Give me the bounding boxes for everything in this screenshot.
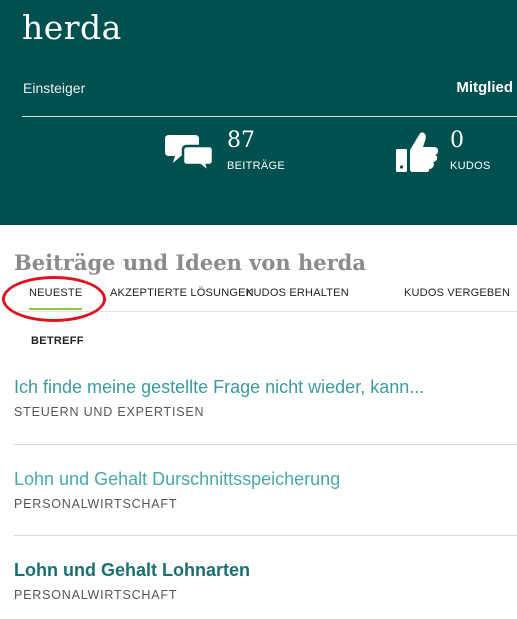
profile-username: herda [22, 8, 122, 47]
tab-bar: NEUESTE AKZEPTIERTE LÖSUNGEN KUDOS ERHAL… [14, 283, 517, 312]
post-board-label: STEUERN UND EXPERTISEN [14, 405, 205, 419]
kudos-count: 0 [450, 128, 464, 153]
post-title-link[interactable]: Ich finde meine gestellte Frage nicht wi… [14, 377, 517, 398]
posts-count: 87 [227, 128, 255, 153]
post-board-label: PERSONALWIRTSCHAFT [14, 588, 178, 602]
profile-header: herda Einsteiger Mitglied 87 BEITRÄGE 0 … [0, 0, 517, 225]
list-divider [14, 535, 517, 536]
post-title-link[interactable]: Lohn und Gehalt Durschnittsspeicherung [14, 469, 517, 490]
column-header-subject[interactable]: BETREFF [31, 335, 84, 347]
tab-neueste[interactable]: NEUESTE [29, 287, 83, 310]
profile-role: Mitglied [456, 79, 513, 96]
section-title: Beiträge und Ideen von herda [14, 250, 366, 275]
kudos-label: KUDOS [450, 160, 491, 172]
list-item: Lohn und Gehalt Durschnittsspeicherung P… [14, 469, 517, 511]
tab-kudos-vergeben[interactable]: KUDOS VERGEBEN [404, 287, 510, 299]
posts-label: BEITRÄGE [227, 160, 286, 172]
list-item: Ich finde meine gestellte Frage nicht wi… [14, 377, 517, 419]
profile-rank: Einsteiger [23, 80, 86, 96]
thumbs-up-icon [394, 130, 440, 179]
tab-kudos-erhalten[interactable]: KUDOS ERHALTEN [246, 287, 349, 299]
posts-stat[interactable]: 87 BEITRÄGE [165, 128, 305, 182]
kudos-stat[interactable]: 0 KUDOS [394, 128, 514, 182]
speech-bubbles-icon [165, 132, 215, 179]
post-title-link[interactable]: Lohn und Gehalt Lohnarten [14, 560, 517, 581]
header-divider [22, 116, 517, 117]
list-item: Lohn und Gehalt Lohnarten PERSONALWIRTSC… [14, 560, 517, 602]
list-divider [14, 444, 517, 445]
post-board-label: PERSONALWIRTSCHAFT [14, 497, 178, 511]
tab-akzeptierte-loesungen[interactable]: AKZEPTIERTE LÖSUNGEN [110, 287, 254, 299]
